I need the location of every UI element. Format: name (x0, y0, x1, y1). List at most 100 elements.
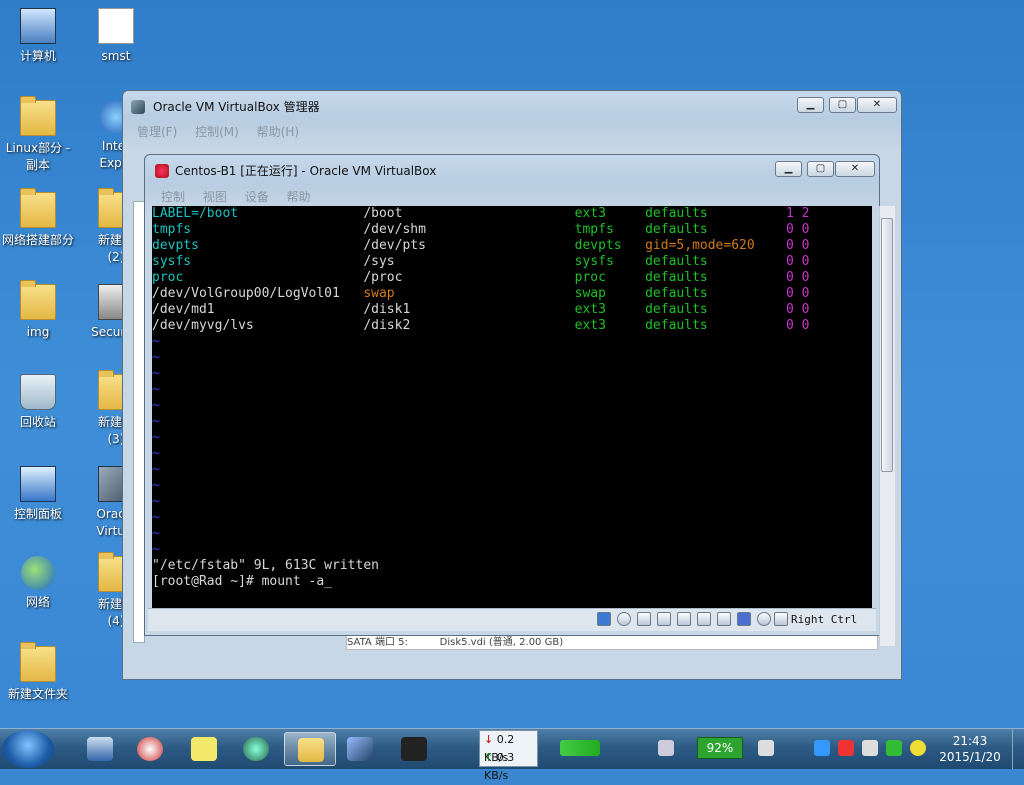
tray-app-icon[interactable] (814, 740, 830, 756)
folder-icon (20, 642, 56, 682)
vim-empty-line-marker: ~ (152, 478, 160, 493)
power-plug-icon[interactable] (758, 740, 774, 756)
manager-scrollbar[interactable] (879, 206, 895, 646)
fstab-field-mnt: /dev/pts (363, 238, 575, 253)
taskbar-item-app-b[interactable] (388, 732, 440, 766)
mouse-integration-icon[interactable] (757, 612, 771, 626)
network-speed-widget[interactable]: ↓ 0.2 KB/s ↑ 0.3 KB/s (479, 730, 538, 782)
network-adapter-icon[interactable] (697, 612, 711, 626)
show-desktop-button[interactable] (1012, 729, 1024, 769)
fstab-field-mnt: swap (363, 286, 575, 301)
fstab-field-dev: /dev/myvg/lvs (152, 318, 364, 333)
vim-empty-line-marker: ~ (152, 446, 160, 461)
vim-empty-line-marker: ~ (152, 542, 160, 557)
fstab-line: sysfs /sys sysfs defaults 0 0 (152, 254, 872, 270)
desktop-icon-recycle-bin[interactable]: 回收站 (0, 374, 76, 431)
usb-icon[interactable] (637, 612, 651, 626)
minimize-button[interactable]: ▁ (775, 161, 802, 177)
update-icon[interactable] (910, 740, 926, 756)
clock[interactable]: 21:43 2015/1/20 (930, 733, 1010, 765)
taskbar-item-app-a[interactable] (124, 732, 176, 766)
menu-view[interactable]: 视图 (203, 190, 227, 204)
close-button[interactable]: ✕ (835, 161, 875, 177)
taskbar-item-browser[interactable] (230, 732, 282, 766)
vim-empty-line-marker: ~ (152, 494, 160, 509)
desktop-icon-network-build[interactable]: 网络搭建部分 (0, 188, 76, 249)
taskbar-item-explorer[interactable] (284, 732, 336, 766)
fstab-field-fs: ext3 (574, 302, 646, 317)
vm-console[interactable]: LABEL=/boot /boot ext3 defaults 1 2 tmpf… (152, 206, 872, 608)
shield-icon[interactable] (886, 740, 902, 756)
keyboard-capture-icon[interactable] (774, 612, 788, 626)
fstab-field-dp: 1 2 (786, 206, 818, 221)
taskbar-item-sticky-notes[interactable] (178, 732, 230, 766)
desktop-icon-new-folder[interactable]: 新建文件夹 (0, 642, 76, 703)
menu-manage[interactable]: 管理(F) (137, 125, 177, 139)
desktop-icon-computer[interactable]: 计算机 (0, 8, 76, 65)
maximize-button[interactable]: ▢ (829, 97, 856, 113)
menu-help[interactable]: 帮助 (287, 190, 311, 204)
vim-empty-line-marker: ~ (152, 462, 160, 477)
maximize-button[interactable]: ▢ (807, 161, 834, 177)
taskbar-item-remote-desktop[interactable] (74, 732, 126, 766)
vim-empty-line-marker: ~ (152, 414, 160, 429)
fstab-line: /dev/md1 /disk1 ext3 defaults 0 0 (152, 302, 872, 318)
desktop-icon-img[interactable]: img (0, 280, 76, 341)
vm-titlebar[interactable]: Centos-B1 [正在运行] - Oracle VM VirtualBox … (145, 155, 879, 185)
fstab-field-dp: 0 0 (786, 222, 818, 237)
fstab-field-dp: 0 0 (786, 302, 818, 317)
fstab-field-dev: sysfs (152, 254, 364, 269)
desktop-icon-smst[interactable]: smst (78, 8, 154, 65)
fstab-field-mnt: /sys (363, 254, 575, 269)
host-key-label: Right Ctrl (791, 613, 858, 626)
fstab-field-opt: defaults (645, 222, 786, 237)
folder-icon (298, 738, 324, 762)
remote-desktop-icon (87, 737, 113, 761)
vim-empty-line-marker: ~ (152, 526, 160, 541)
upload-speed: ↑ 0.3 KB/s (484, 751, 515, 782)
menu-control[interactable]: 控制 (161, 190, 185, 204)
close-button[interactable]: ✕ (857, 97, 897, 113)
fstab-field-dp: 0 0 (786, 238, 818, 253)
desktop-icon-control-panel[interactable]: 控制面板 (0, 466, 76, 523)
vim-empty-line-marker: ~ (152, 334, 160, 349)
sticky-notes-icon (191, 737, 217, 761)
app-icon (137, 737, 163, 761)
start-button[interactable] (2, 730, 54, 768)
desktop-icon-linux-copy[interactable]: Linux部分 - 副本 (0, 96, 76, 174)
taskbar: ↓ 0.2 KB/s ↑ 0.3 KB/s 92% 21:43 2015/1/2… (0, 728, 1024, 782)
video-capture-icon[interactable] (717, 612, 731, 626)
desktop-icon-label: 回收站 (19, 415, 56, 429)
cpu-icon[interactable] (737, 612, 751, 626)
shared-folders-icon[interactable] (657, 612, 671, 626)
fstab-line: /dev/VolGroup00/LogVol01 swap swap defau… (152, 286, 872, 302)
desktop-icon-network[interactable]: 网络 (0, 556, 76, 611)
menu-control[interactable]: 控制(M) (195, 125, 239, 139)
scroll-thumb[interactable] (881, 218, 893, 472)
menu-help[interactable]: 帮助(H) (257, 125, 299, 139)
wireless-icon[interactable] (607, 740, 623, 756)
fstab-field-dp: 0 0 (786, 318, 818, 333)
menu-devices[interactable]: 设备 (245, 190, 269, 204)
battery-indicator[interactable]: 92% (697, 737, 743, 759)
manager-titlebar[interactable]: Oracle VM VirtualBox 管理器 ▁ ▢ ✕ (123, 91, 901, 121)
volume-icon[interactable] (862, 740, 878, 756)
download-speed: ↓ 0.2 KB/s (484, 733, 515, 764)
shell-prompt[interactable]: [root@Rad ~]# mount -a_ (152, 574, 872, 590)
network-icon[interactable] (838, 740, 854, 756)
minimize-button[interactable]: ▁ (797, 97, 824, 113)
keyboard-icon[interactable] (658, 740, 674, 756)
show-hidden-icons[interactable] (792, 740, 802, 756)
vim-empty-line-marker: ~ (152, 510, 160, 525)
folder-icon (20, 96, 56, 136)
vm-menubar: 控制 视图 设备 帮助 (161, 188, 325, 205)
hard-disk-icon[interactable] (597, 612, 611, 626)
taskbar-item-virtualbox[interactable] (334, 732, 386, 766)
signal-strength-icon[interactable] (560, 740, 600, 756)
folder-icon[interactable] (677, 612, 691, 626)
fstab-field-fs: ext3 (574, 318, 646, 333)
fstab-field-fs: ext3 (574, 206, 646, 221)
fstab-line: devpts /dev/pts devpts gid=5,mode=620 0 … (152, 238, 872, 254)
optical-drive-icon[interactable] (617, 612, 631, 626)
fstab-field-dev: devpts (152, 238, 364, 253)
